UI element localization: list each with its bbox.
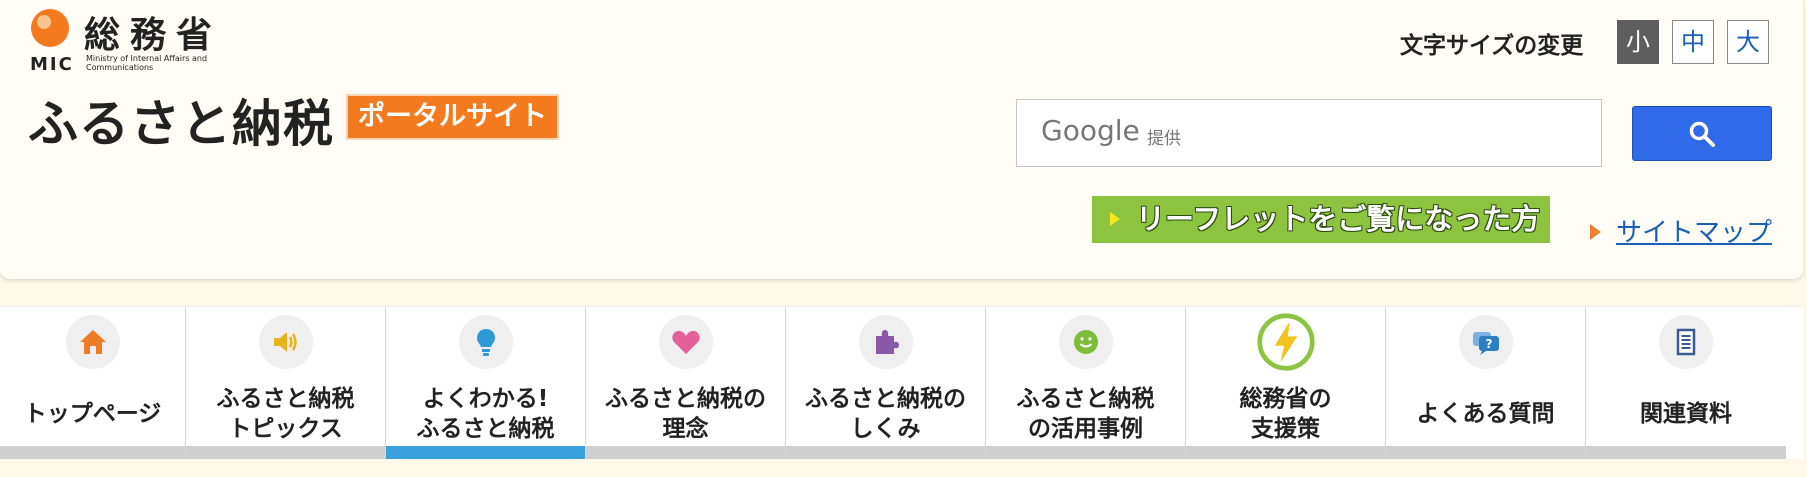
nav-underline	[1586, 446, 1786, 459]
leaflet-banner-link[interactable]: リーフレットをご覧になった方	[1092, 196, 1550, 243]
puzzle-icon	[875, 330, 899, 354]
nav-item-use-cases[interactable]: ふるさと納税 の活用事例	[986, 307, 1186, 459]
nav-item-top-page[interactable]: トップページ	[0, 307, 186, 459]
nav-underline	[186, 446, 385, 459]
nav-item-materials[interactable]: 関連資料	[1586, 307, 1786, 459]
leaflet-banner-label: リーフレットをご覧になった方	[1136, 202, 1541, 236]
ministry-abbr: MIC	[30, 54, 74, 75]
ministry-english-name: Ministry of Internal Affairs and Communi…	[86, 54, 208, 72]
arrow-right-icon	[1110, 212, 1120, 226]
nav-underline	[0, 446, 185, 459]
nav-label: 総務省の 支援策	[1239, 386, 1332, 442]
fontsize-label: 文字サイズの変更	[1400, 33, 1584, 59]
nav-item-understand[interactable]: よくわかる! ふるさと納税	[386, 307, 586, 459]
nav-item-faq[interactable]: ? よくある質問	[1386, 307, 1586, 459]
nav-icon-circle	[1659, 315, 1713, 369]
nav-icon-circle	[458, 315, 513, 369]
nav-label: ふるさと納税の 理念	[605, 386, 766, 442]
site-title[interactable]: ふるさと納税	[28, 84, 334, 156]
ministry-logo-icon	[31, 9, 69, 47]
lightning-icon	[1256, 313, 1315, 371]
nav-icon-circle	[1256, 313, 1315, 371]
nav-icon-circle: ?	[1458, 315, 1513, 369]
heart-icon	[671, 330, 700, 354]
nav-underline	[586, 446, 785, 459]
smile-icon	[1073, 330, 1098, 354]
portal-badge: ポータルサイト	[346, 94, 559, 140]
question-bubble-icon: ?	[1472, 332, 1499, 355]
site-header: 総務省 MIC Ministry of Internal Affairs and…	[0, 0, 1803, 279]
search-input[interactable]	[1017, 100, 1605, 168]
speaker-icon	[273, 332, 297, 352]
nav-label: よくわかる! ふるさと納税	[416, 386, 555, 442]
nav-underline	[1386, 446, 1585, 459]
nav-underline	[986, 446, 1185, 459]
arrow-right-icon	[1590, 224, 1601, 240]
search-box[interactable]: Google 提供	[1016, 99, 1605, 168]
sitemap-link[interactable]: サイトマップ	[1616, 212, 1772, 249]
nav-label: よくある質問	[1416, 401, 1555, 427]
nav-item-mechanism[interactable]: ふるさと納税の しくみ	[786, 307, 986, 459]
nav-item-support[interactable]: 総務省の 支援策	[1186, 307, 1386, 459]
fontsize-large-button[interactable]: 大	[1727, 20, 1769, 64]
nav-item-topics[interactable]: ふるさと納税 トピックス	[186, 307, 386, 459]
nav-label: ふるさと納税の しくみ	[805, 386, 966, 442]
search-icon	[1689, 121, 1715, 147]
nav-label: 関連資料	[1640, 401, 1732, 427]
svg-text:?: ?	[1485, 337, 1492, 351]
fontsize-small-button[interactable]: 小	[1617, 20, 1659, 64]
document-icon	[1676, 328, 1696, 356]
home-icon	[79, 330, 106, 354]
nav-item-philosophy[interactable]: ふるさと納税の 理念	[586, 307, 786, 459]
global-nav: トップページ ふるさと納税 トピックス よくわかる! ふるさと納税 ふるさと納税…	[0, 306, 1803, 459]
nav-label: ふるさと納税 の活用事例	[1016, 386, 1155, 442]
nav-label: ふるさと納税 トピックス	[216, 386, 355, 442]
nav-icon-circle	[258, 315, 313, 369]
nav-label: トップページ	[23, 401, 162, 427]
ministry-name: 総務省	[84, 15, 223, 56]
nav-underline	[1186, 446, 1385, 459]
nav-icon-circle	[65, 315, 120, 369]
search-button[interactable]	[1632, 106, 1772, 161]
nav-icon-circle	[858, 315, 913, 369]
nav-underline	[786, 446, 985, 459]
lightbulb-icon	[476, 329, 495, 356]
nav-underline-active	[386, 446, 585, 459]
nav-icon-circle	[1058, 315, 1113, 369]
nav-icon-circle	[658, 315, 713, 369]
fontsize-medium-button[interactable]: 中	[1672, 20, 1714, 64]
